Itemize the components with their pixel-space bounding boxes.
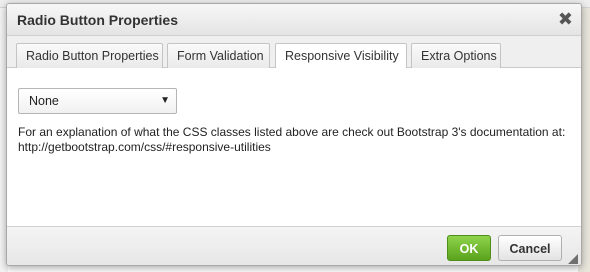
resize-grip-icon[interactable] — [568, 254, 578, 264]
tab-responsive-visibility[interactable]: Responsive Visibility — [275, 43, 407, 69]
cancel-button[interactable]: Cancel — [498, 235, 562, 261]
help-text: For an explanation of what the CSS class… — [18, 125, 566, 154]
tab-extra-options[interactable]: Extra Options — [411, 43, 501, 68]
tab-content-panel: None ▼ For an explanation of what the CS… — [7, 68, 581, 226]
visibility-select[interactable]: None ▼ — [18, 88, 177, 114]
dialog-title: Radio Button Properties — [17, 12, 179, 28]
visibility-select-value: None — [29, 94, 59, 108]
radio-button-properties-dialog: Radio Button Properties ✖ Radio Button P… — [6, 3, 582, 266]
tab-bar: Radio Button Properties Form Validation … — [7, 36, 581, 69]
close-icon[interactable]: ✖ — [558, 9, 573, 29]
tab-form-validation[interactable]: Form Validation — [167, 43, 270, 68]
dialog-titlebar[interactable]: Radio Button Properties ✖ — [7, 4, 581, 36]
dialog-footer: OK Cancel — [7, 226, 581, 265]
ok-button[interactable]: OK — [447, 235, 491, 261]
chevron-down-icon: ▼ — [160, 95, 170, 106]
tab-radio-button-properties[interactable]: Radio Button Properties — [16, 43, 163, 68]
